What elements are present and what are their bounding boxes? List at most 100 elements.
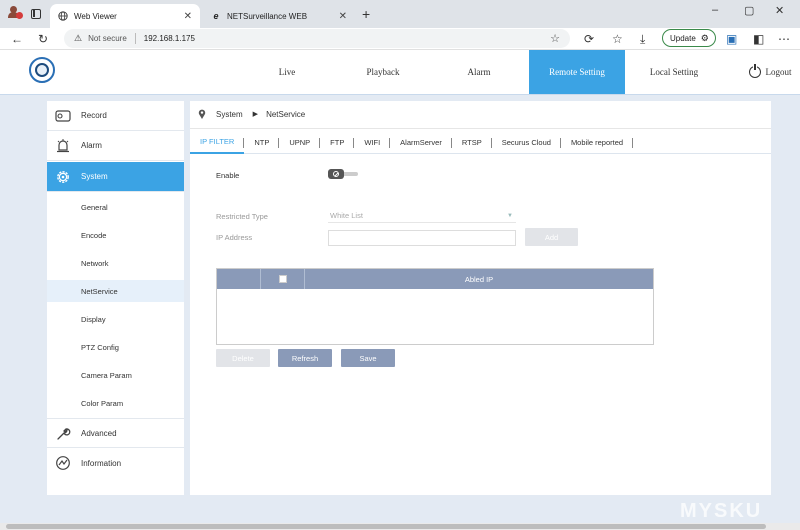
close-tab-icon[interactable]: ✕ — [339, 11, 347, 22]
abled-ip-table: Abled IP — [216, 268, 654, 345]
sidebar-item-label: Information — [81, 458, 122, 468]
nav-alarm[interactable]: Alarm — [448, 50, 510, 94]
sidebar-item-alarm[interactable]: Alarm — [47, 131, 184, 161]
nav-local-setting[interactable]: Local Setting — [636, 50, 712, 94]
tab-alarmserver[interactable]: AlarmServer — [390, 132, 452, 154]
refresh-icon[interactable]: ↻ — [38, 32, 48, 46]
nav-playback[interactable]: Playback — [348, 50, 418, 94]
sidebar-item-information[interactable]: Information — [47, 448, 184, 478]
tab-title: Web Viewer — [74, 11, 117, 21]
close-window-icon[interactable]: ✕ — [775, 4, 784, 17]
table-header: Abled IP — [217, 269, 653, 289]
browser-toolbar: ← ↻ ⚠ Not secure 192.168.1.175 ☆ ⟳ ☆ ⤓ U… — [0, 28, 800, 50]
main-panel: System ▶ NetService IP FILTER NTP UPNP F… — [190, 101, 771, 495]
tab-upnp[interactable]: UPNP — [279, 132, 321, 154]
location-pin-icon — [198, 109, 206, 119]
tab-title: NETSurveillance WEB — [227, 11, 308, 21]
back-icon[interactable]: ← — [11, 32, 23, 46]
sidebar-item-label: Alarm — [81, 141, 102, 150]
ip-address-label: IP Address — [216, 233, 253, 242]
sidebar-subitem-color-param[interactable]: Color Param — [47, 392, 184, 414]
enable-toggle[interactable] — [328, 169, 360, 179]
tab-actions-icon[interactable] — [31, 9, 41, 19]
sidebar-subitem-camera-param[interactable]: Camera Param — [47, 364, 184, 386]
breadcrumb-arrow-icon: ▶ — [252, 111, 259, 118]
tab-web-viewer[interactable]: Web Viewer ✕ — [50, 4, 200, 28]
tab-ip-filter[interactable]: IP FILTER — [190, 132, 245, 154]
close-tab-icon[interactable]: ✕ — [184, 11, 192, 22]
edge-icon: e — [213, 11, 219, 21]
tab-ntp[interactable]: NTP — [244, 132, 280, 154]
downloads-icon[interactable]: ⤓ — [640, 32, 645, 46]
gear-icon — [55, 169, 71, 185]
minimize-icon[interactable]: – — [712, 4, 718, 16]
globe-icon — [58, 11, 68, 21]
enable-label: Enable — [216, 171, 240, 180]
tab-securus-cloud[interactable]: Securus Cloud — [492, 132, 562, 154]
more-icon[interactable]: ⋯ — [778, 32, 790, 46]
app-header: Live Playback Alarm Remote Setting Local… — [0, 50, 800, 95]
collections-icon[interactable]: ▣ — [726, 32, 737, 46]
tab-wifi[interactable]: WIFI — [354, 132, 391, 154]
sidebar-item-record[interactable]: Record — [47, 101, 184, 131]
sidebar-subitem-netservice[interactable]: NetService — [47, 280, 184, 302]
sidebar-subitem-general[interactable]: General — [47, 196, 184, 218]
profile-icon[interactable] — [8, 6, 23, 20]
breadcrumb: System ▶ NetService — [198, 109, 305, 119]
sidebar-subitem-encode[interactable]: Encode — [47, 224, 184, 246]
power-icon — [748, 64, 761, 78]
horizontal-scrollbar[interactable] — [0, 523, 800, 530]
address-bar[interactable]: ⚠ Not secure 192.168.1.175 ☆ — [64, 29, 570, 48]
security-label: Not secure — [88, 34, 127, 43]
alarm-icon — [55, 138, 71, 154]
browser-tabstrip: Web Viewer ✕ e NETSurveillance WEB ✕ + –… — [0, 0, 800, 28]
sidebar-toggle-icon[interactable]: ◧ — [753, 32, 764, 46]
sidebar-item-advanced[interactable]: Advanced — [47, 418, 184, 448]
sidebar-subitem-network[interactable]: Network — [47, 252, 184, 274]
restricted-type-label: Restricted Type — [216, 212, 268, 221]
maximize-icon[interactable]: ▢ — [744, 4, 754, 17]
settings-sidebar: Record Alarm System General Encode Netwo… — [47, 101, 184, 495]
logout-button[interactable]: Logout — [744, 50, 796, 94]
extensions-icon[interactable]: ⟳ — [584, 32, 594, 46]
restricted-type-value: White List — [330, 211, 363, 220]
sidebar-item-label: Record — [81, 111, 107, 120]
tab-mobile-reported[interactable]: Mobile reported — [561, 132, 634, 154]
sidebar-item-system[interactable]: System — [47, 162, 184, 192]
tab-netsurveillance[interactable]: e NETSurveillance WEB ✕ — [203, 4, 355, 28]
nav-live[interactable]: Live — [256, 50, 318, 94]
logo-icon — [29, 57, 55, 83]
breadcrumb-system[interactable]: System — [216, 110, 243, 119]
refresh-button[interactable]: Refresh — [278, 349, 332, 367]
watermark: MYSKU — [680, 500, 763, 522]
add-button[interactable]: Add — [525, 228, 578, 246]
new-tab-icon[interactable]: + — [362, 6, 370, 22]
update-label: Update — [670, 33, 696, 43]
sidebar-subitem-display[interactable]: Display — [47, 308, 184, 330]
tab-rtsp[interactable]: RTSP — [452, 132, 492, 154]
ip-address-input[interactable] — [328, 230, 516, 246]
save-button[interactable]: Save — [341, 349, 395, 367]
restricted-type-select[interactable]: White List ▼ — [328, 209, 516, 223]
favorites-icon[interactable]: ☆ — [612, 32, 623, 46]
record-icon — [55, 108, 71, 124]
netservice-tabs: IP FILTER NTP UPNP FTP WIFI AlarmServer … — [190, 132, 771, 154]
select-all-checkbox[interactable] — [278, 275, 287, 283]
delete-button[interactable]: Delete — [216, 349, 270, 367]
breadcrumb-netservice: NetService — [266, 109, 306, 119]
logout-label: Logout — [765, 67, 792, 77]
warning-icon: ⚠ — [74, 33, 83, 43]
sidebar-item-label: System — [81, 172, 108, 181]
abled-ip-header: Abled IP — [464, 274, 494, 284]
sidebar-subitem-ptz-config[interactable]: PTZ Config — [47, 336, 184, 358]
sidebar-item-label: Advanced — [81, 428, 117, 438]
chevron-down-icon: ▼ — [507, 213, 513, 219]
update-icon: ⚙ — [700, 32, 709, 43]
info-chart-icon — [55, 455, 71, 471]
wrench-icon — [55, 426, 71, 442]
favorite-star-icon[interactable]: ☆ — [550, 32, 560, 45]
url-text: 192.168.1.175 — [143, 34, 195, 43]
nav-remote-setting[interactable]: Remote Setting — [529, 50, 625, 94]
update-button[interactable]: Update ⚙ — [662, 29, 716, 47]
tab-ftp[interactable]: FTP — [320, 132, 355, 154]
